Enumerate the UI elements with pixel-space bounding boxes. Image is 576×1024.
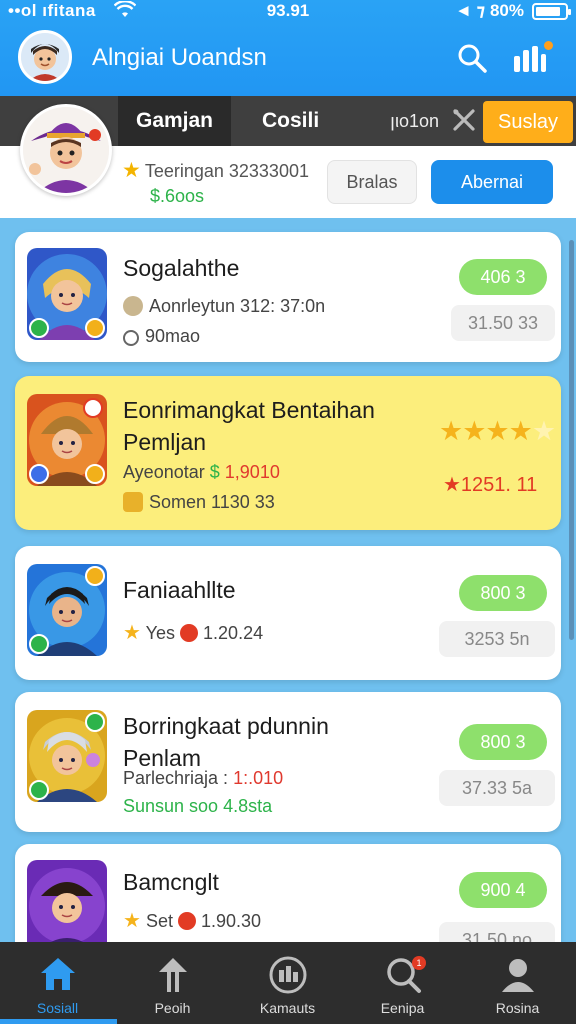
game-subtitle: Parlechriaja : 1:.010 xyxy=(123,768,283,789)
header-title: Alngiai Uoandsn xyxy=(92,44,267,71)
game-subtitle-value: 1.20.24 xyxy=(203,623,264,643)
stats-icon[interactable] xyxy=(512,44,548,74)
profile-amount: $.6oos xyxy=(150,186,205,206)
game-thumbnail xyxy=(27,394,107,486)
game-meta: Somen 1130 33 xyxy=(123,492,275,513)
game-subtitle: Ayeonotar $ 1,9010 xyxy=(123,462,280,483)
game-thumbnail xyxy=(27,564,107,656)
game-card[interactable]: Borringkaat pdunnin Penlam Parlechriaja … xyxy=(15,692,561,832)
game-subtitle: ★ Set 1.90.30 xyxy=(123,908,261,933)
game-title-line1: Eonrimangkat Bentaihan xyxy=(123,397,375,423)
game-thumbnail xyxy=(27,860,107,952)
badge-icon xyxy=(178,912,196,930)
rating-stars: ★★★★★ xyxy=(439,416,556,447)
star-icon: ★ xyxy=(122,159,141,182)
nav-item-peoih[interactable]: Peoih xyxy=(115,942,230,1024)
value-badge: 31.50 33 xyxy=(451,305,555,341)
game-meta-text: Somen 1130 33 xyxy=(149,492,275,512)
game-subtitle: Aonrleytun 312: 37:0n xyxy=(123,296,325,317)
game-subtitle-value: 1:.010 xyxy=(233,768,284,788)
notification-badge: 1 xyxy=(412,956,426,970)
nav-item-kamauts[interactable]: Kamauts xyxy=(230,942,345,1024)
score-pill[interactable]: 406 3 xyxy=(459,259,547,295)
game-title-line2: Pemljan xyxy=(123,429,207,455)
game-subtitle-text: Set xyxy=(145,911,173,931)
badge-icon xyxy=(180,624,199,642)
game-subtitle-prefix: Ayeonotar xyxy=(123,462,205,482)
game-subtitle-value: 1,9010 xyxy=(224,462,280,482)
profile-label-text: Teeringan 32333001 xyxy=(144,161,309,181)
score-pill[interactable]: 900 4 xyxy=(459,872,547,908)
scrollbar[interactable] xyxy=(569,240,574,640)
cta-button[interactable]: Suslay xyxy=(483,101,573,143)
secondary-button[interactable]: Bralas xyxy=(327,160,417,204)
profile-label: ★ Teeringan 32333001 xyxy=(122,158,309,183)
tab-social[interactable]: Cosili xyxy=(262,96,319,146)
header-avatar[interactable] xyxy=(18,30,72,84)
game-title: Faniaahllte xyxy=(123,577,236,603)
featured-value: ★1251. 11 xyxy=(443,474,538,496)
link-icon xyxy=(123,330,139,346)
nav-label: Eenipa xyxy=(380,1000,425,1016)
arrow-up-icon xyxy=(159,958,187,992)
tab-games[interactable]: Gamjan xyxy=(118,96,231,146)
primary-button[interactable]: Abernai xyxy=(431,160,553,204)
game-title: Borringkaat pdunnin Penlam xyxy=(123,710,329,774)
game-title: Eonrimangkat Bentaihan Pemljan xyxy=(123,394,375,458)
score-pill[interactable]: 800 3 xyxy=(459,724,547,760)
rating-stars-filled: ★★★★ xyxy=(439,416,533,446)
ranking-icon xyxy=(269,956,307,994)
game-title: Bamcnglt xyxy=(123,869,219,895)
nav-label: Rosina xyxy=(495,1000,540,1016)
home-icon xyxy=(41,958,75,990)
value-badge: 37.33 5a xyxy=(439,770,555,806)
battery-icon xyxy=(532,3,571,20)
game-meta-text: 90mao xyxy=(145,326,201,346)
nav-label: Sosiall xyxy=(36,1000,79,1016)
game-meta: 90mao xyxy=(123,326,200,347)
nav-label: Peoih xyxy=(154,1000,191,1016)
nav-active-indicator xyxy=(0,1019,117,1024)
game-card-featured[interactable]: Eonrimangkat Bentaihan Pemljan Ayeonotar… xyxy=(15,376,561,530)
rating-star-empty: ★ xyxy=(531,416,556,446)
game-card[interactable]: Sogalahthe Aonrleytun 312: 37:0n 90mao 4… xyxy=(15,232,561,362)
value-badge: 3253 5n xyxy=(439,621,555,657)
user-icon xyxy=(502,959,534,992)
signal-text: ◄ ⁊ 80% xyxy=(454,1,524,20)
game-thumbnail xyxy=(27,248,107,340)
game-title: Sogalahthe xyxy=(123,255,240,281)
game-thumbnail xyxy=(27,710,107,802)
coin-icon xyxy=(123,492,143,512)
game-card[interactable]: Faniaahllte ★ Yes 1.20.24 800 3 3253 5n xyxy=(15,546,561,680)
game-subtitle-prefix: Parlechriaja : xyxy=(123,768,229,788)
bottom-nav: Sosiall Peoih Kamauts Eenipa Rosina xyxy=(0,942,576,1024)
nav-item-eenipa[interactable]: Eenipa xyxy=(345,942,460,1024)
currency-icon: $ xyxy=(209,462,220,482)
app-header: ••ol ıfitana 93.91 ◄ ⁊ 80% Alngiai Uoand… xyxy=(0,0,576,96)
profile-avatar[interactable] xyxy=(20,104,112,196)
star-icon: ★ xyxy=(123,622,141,644)
tools-icon[interactable] xyxy=(452,108,476,132)
game-subtitle-text: Yes xyxy=(145,623,175,643)
notification-dot xyxy=(544,41,553,50)
nav-item-social[interactable]: Sosiall xyxy=(0,942,115,1024)
nav-label: Kamauts xyxy=(259,1000,316,1016)
game-title-line1: Borringkaat pdunnin xyxy=(123,713,329,739)
game-subtitle-value: 1.90.30 xyxy=(201,911,262,931)
star-icon: ★ xyxy=(123,910,141,932)
tab-third[interactable]: ꞁιо1оn xyxy=(390,96,439,146)
game-subtitle: ★ Yes 1.20.24 xyxy=(123,620,263,645)
game-subtitle-text: Aonrleytun 312: 37:0n xyxy=(149,296,326,316)
status-bar: ••ol ıfitana 93.91 ◄ ⁊ 80% xyxy=(0,0,576,24)
score-pill[interactable]: 800 3 xyxy=(459,575,547,611)
game-meta: Sunsun soo 4.8sta xyxy=(123,796,273,816)
search-icon[interactable] xyxy=(456,42,488,74)
nav-item-rosina[interactable]: Rosina xyxy=(460,942,575,1024)
person-icon xyxy=(123,296,143,316)
